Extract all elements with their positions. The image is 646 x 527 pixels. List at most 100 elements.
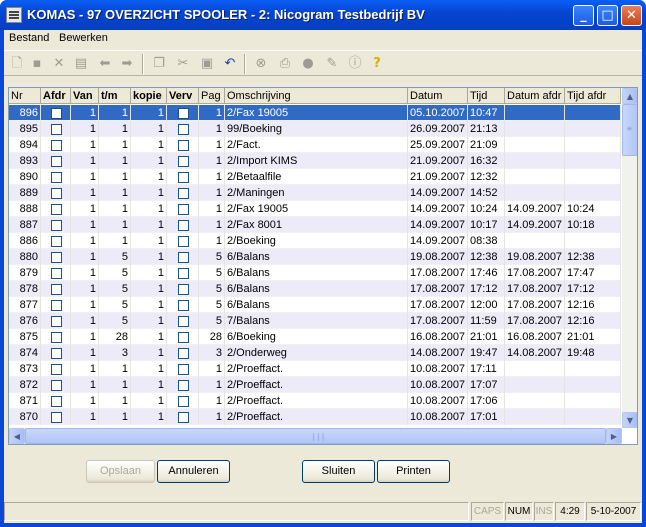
binoculars-icon[interactable]: ⊗ [251, 54, 271, 74]
edit-icon[interactable]: ▤ [71, 54, 91, 74]
table-row[interactable]: 896 1 1 1 1 2/Fax 19005 05.10.2007 10:47 [9, 105, 621, 121]
afdr-checkbox[interactable] [50, 108, 62, 119]
verv-checkbox[interactable] [177, 220, 189, 231]
print-icon[interactable]: ⎙ [275, 54, 295, 74]
afdr-checkbox[interactable] [50, 412, 62, 423]
col-tijd-afdr[interactable]: Tijd afdr [565, 88, 621, 104]
verv-checkbox[interactable] [177, 108, 189, 119]
table-row[interactable]: 878 1 5 1 5 6/Balans 17.08.2007 17:12 17.08.2007… [9, 281, 621, 297]
table-row[interactable]: 875 1 28 1 28 6/Boeking 16.08.2007 21:01 16.08.2… [9, 329, 621, 345]
app-icon[interactable] [6, 7, 22, 23]
afdr-checkbox[interactable] [50, 348, 62, 359]
arrow-right-icon[interactable]: ➡ [117, 54, 137, 74]
table-row[interactable]: 871 1 1 1 1 2/Proeffact. 10.08.2007 17:06 [9, 393, 621, 409]
table-row[interactable]: 876 1 5 1 5 7/Balans 17.08.2007 11:59 17.08.2007… [9, 313, 621, 329]
verv-checkbox[interactable] [177, 380, 189, 391]
table-row[interactable]: 890 1 1 1 1 2/Betaalfile 21.09.2007 12:32 [9, 169, 621, 185]
menu-bestand[interactable]: Bestand [9, 32, 49, 44]
afdr-checkbox[interactable] [50, 140, 62, 151]
table-row[interactable]: 874 1 3 1 3 2/Onderweg 14.08.2007 19:47 14.08.20… [9, 345, 621, 361]
afdr-checkbox[interactable] [50, 188, 62, 199]
table-row[interactable]: 893 1 1 1 1 2/Import KIMS 21.09.2007 16:32 [9, 153, 621, 169]
afdr-checkbox[interactable] [50, 332, 62, 343]
table-row[interactable]: 887 1 1 1 1 2/Fax 8001 14.09.2007 10:17 14.09.20… [9, 217, 621, 233]
verv-checkbox[interactable] [177, 300, 189, 311]
afdr-checkbox[interactable] [50, 236, 62, 247]
col-datum[interactable]: Datum [408, 88, 468, 104]
afdr-checkbox[interactable] [50, 396, 62, 407]
verv-checkbox[interactable] [177, 364, 189, 375]
scroll-right-icon[interactable]: ▶ [606, 428, 622, 444]
new-icon[interactable]: 🗋 [7, 54, 27, 74]
afdr-checkbox[interactable] [50, 300, 62, 311]
undo-icon[interactable]: ↶ [220, 54, 240, 74]
verv-checkbox[interactable] [177, 204, 189, 215]
annuleren-button[interactable]: Annuleren [157, 460, 230, 483]
verv-checkbox[interactable] [177, 140, 189, 151]
afdr-checkbox[interactable] [50, 156, 62, 167]
delete-icon[interactable]: ✕ [49, 54, 69, 74]
verv-checkbox[interactable] [177, 156, 189, 167]
table-row[interactable]: 889 1 1 1 1 2/Maningen 14.09.2007 14:52 [9, 185, 621, 201]
col-tijd[interactable]: Tijd [468, 88, 505, 104]
afdr-checkbox[interactable] [50, 204, 62, 215]
minimize-button[interactable]: _ [573, 5, 594, 26]
table-row[interactable]: 888 1 1 1 1 2/Fax 19005 14.09.2007 10:24 14.09.2… [9, 201, 621, 217]
printen-button[interactable]: Printen [377, 460, 450, 483]
verv-checkbox[interactable] [177, 172, 189, 183]
afdr-checkbox[interactable] [50, 172, 62, 183]
spooler-table[interactable]: Nr Afdr Van t/m kopie Verv Pag Omschrijv… [8, 87, 638, 445]
stamp-icon[interactable]: ● [298, 54, 318, 74]
col-van[interactable]: Van [71, 88, 99, 104]
table-row[interactable]: 877 1 5 1 5 6/Balans 17.08.2007 12:00 17.08.2007… [9, 297, 621, 313]
vertical-scrollbar[interactable]: ▲ ≡ ▼ [622, 88, 637, 428]
col-afdr[interactable]: Afdr [41, 88, 71, 104]
col-kopie[interactable]: kopie [131, 88, 167, 104]
save-icon[interactable]: ▪ [27, 54, 47, 74]
maximize-button[interactable]: □ [597, 5, 618, 26]
table-row[interactable]: 895 1 1 1 1 99/Boeking 26.09.2007 21:13 [9, 121, 621, 137]
horizontal-scroll-thumb[interactable]: ||| [25, 428, 606, 444]
afdr-checkbox[interactable] [50, 364, 62, 375]
table-row[interactable]: 872 1 1 1 1 2/Proeffact. 10.08.2007 17:07 [9, 377, 621, 393]
col-nr[interactable]: Nr [9, 88, 41, 104]
close-button[interactable]: ✕ [621, 5, 642, 26]
afdr-checkbox[interactable] [50, 380, 62, 391]
sluiten-button[interactable]: Sluiten [302, 460, 375, 483]
verv-checkbox[interactable] [177, 348, 189, 359]
afdr-checkbox[interactable] [50, 124, 62, 135]
menu-bewerken[interactable]: Bewerken [59, 32, 108, 44]
table-row[interactable]: 870 1 1 1 1 2/Proeffact. 10.08.2007 17:01 [9, 409, 621, 425]
afdr-checkbox[interactable] [50, 316, 62, 327]
table-row[interactable]: 879 1 5 1 5 6/Balans 17.08.2007 17:46 17.08.2007… [9, 265, 621, 281]
table-row[interactable]: 873 1 1 1 1 2/Proeffact. 10.08.2007 17:11 [9, 361, 621, 377]
verv-checkbox[interactable] [177, 396, 189, 407]
cut-icon[interactable]: ✂ [173, 54, 193, 74]
verv-checkbox[interactable] [177, 268, 189, 279]
afdr-checkbox[interactable] [50, 220, 62, 231]
table-row[interactable]: 886 1 1 1 1 2/Boeking 14.09.2007 08:38 [9, 233, 621, 249]
help-icon[interactable]: ? [367, 54, 387, 74]
verv-checkbox[interactable] [177, 332, 189, 343]
info-icon[interactable]: ⓘ [345, 54, 365, 74]
paste-icon[interactable]: ▣ [197, 54, 217, 74]
copy-icon[interactable]: ❐ [149, 54, 169, 74]
verv-checkbox[interactable] [177, 236, 189, 247]
verv-checkbox[interactable] [177, 316, 189, 327]
horizontal-scrollbar[interactable]: ◀ ||| ▶ [9, 428, 622, 444]
edit-note-icon[interactable]: ✎ [322, 54, 342, 74]
scroll-up-icon[interactable]: ▲ [622, 88, 637, 104]
verv-checkbox[interactable] [177, 124, 189, 135]
col-tm[interactable]: t/m [99, 88, 131, 104]
col-verv[interactable]: Verv [167, 88, 199, 104]
vertical-scroll-thumb[interactable]: ≡ [622, 104, 637, 156]
verv-checkbox[interactable] [177, 252, 189, 263]
verv-checkbox[interactable] [177, 284, 189, 295]
afdr-checkbox[interactable] [50, 284, 62, 295]
afdr-checkbox[interactable] [50, 268, 62, 279]
verv-checkbox[interactable] [177, 188, 189, 199]
arrow-left-icon[interactable]: ⬅ [95, 54, 115, 74]
title-bar[interactable]: KOMAS - 97 OVERZICHT SPOOLER - 2: Nicogr… [0, 0, 646, 30]
verv-checkbox[interactable] [177, 412, 189, 423]
table-row[interactable]: 894 1 1 1 1 2/Fact. 25.09.2007 21:09 [9, 137, 621, 153]
